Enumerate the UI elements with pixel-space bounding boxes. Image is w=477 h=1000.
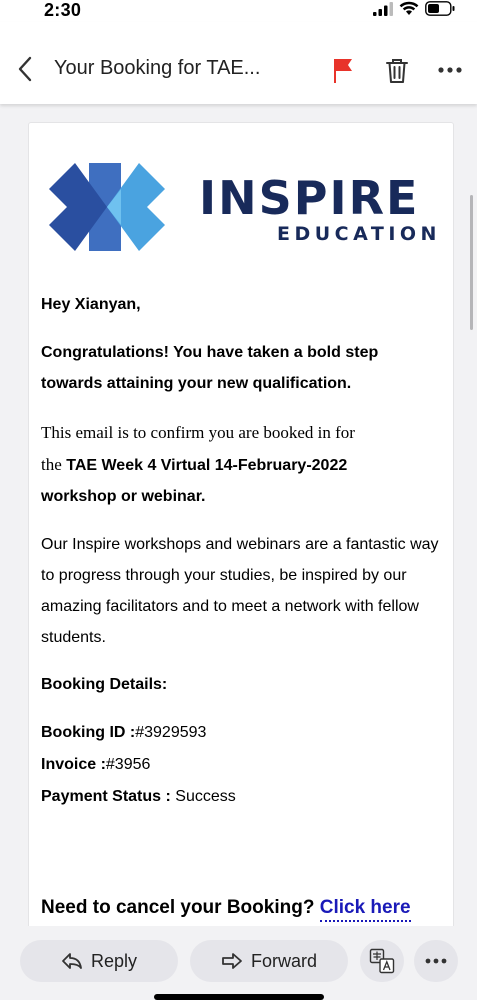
invoice-value: #3956 xyxy=(105,756,151,773)
booking-details: Booking ID :#3929593 Invoice :#3956 Paym… xyxy=(41,717,441,812)
email-body-card: INSPIRE EDUCATION Hey Xianyan, Congratul… xyxy=(28,122,454,942)
workshop-paragraph: Our Inspire workshops and webinars are a… xyxy=(41,536,439,646)
back-button[interactable] xyxy=(12,52,40,86)
invoice-row: Invoice :#3956 xyxy=(41,749,441,780)
chevron-left-icon xyxy=(18,56,32,82)
home-indicator xyxy=(154,994,324,1000)
confirmation-text: This email is to confirm you are booked … xyxy=(41,417,441,512)
reply-arrow-icon xyxy=(62,953,82,969)
nav-title: Your Booking for TAE... xyxy=(54,57,261,79)
trash-button[interactable] xyxy=(384,56,410,86)
reply-label: Reply xyxy=(90,950,138,971)
flag-icon xyxy=(334,59,352,83)
status-bar: 2:30 xyxy=(0,0,477,22)
logo-mark-icon xyxy=(49,163,165,251)
toolbar-more-button[interactable] xyxy=(414,940,458,982)
more-options-button[interactable] xyxy=(436,58,464,82)
brand-subtitle: EDUCATION xyxy=(277,223,441,245)
event-name: TAE Week 4 Virtual 14-February-2022 xyxy=(66,457,348,474)
payment-status-row: Payment Status : Success xyxy=(41,781,441,812)
status-time: 2:30 xyxy=(44,0,82,20)
cancel-booking-line: Need to cancel your Booking? Click here xyxy=(41,897,411,922)
booking-id-value: #3929593 xyxy=(135,724,207,741)
forward-arrow-icon xyxy=(222,953,242,969)
invoice-label: Invoice : xyxy=(41,756,106,773)
payment-status-label: Payment Status : xyxy=(41,788,171,805)
translate-icon xyxy=(369,948,395,974)
reply-button[interactable]: Reply xyxy=(20,940,178,982)
greeting: Hey Xianyan, xyxy=(41,296,141,313)
forward-label: Forward xyxy=(250,950,317,971)
inspire-education-logo: INSPIRE EDUCATION xyxy=(49,159,439,255)
congrats-text: Congratulations! You have taken a bold s… xyxy=(41,344,379,392)
nav-bar: Your Booking for TAE... xyxy=(0,22,477,104)
trash-icon xyxy=(386,59,408,83)
translate-button[interactable] xyxy=(360,940,404,982)
payment-status-value: Success xyxy=(175,788,236,805)
battery-icon xyxy=(425,1,455,16)
booking-id-label: Booking ID : xyxy=(41,724,136,741)
brand-name: INSPIRE xyxy=(199,171,420,225)
flag-button[interactable] xyxy=(330,56,356,86)
ellipsis-icon xyxy=(425,958,447,964)
forward-button[interactable]: Forward xyxy=(190,940,348,982)
cellular-signal-icon xyxy=(373,1,393,16)
cancel-prompt: Need to cancel your Booking? xyxy=(41,897,315,918)
bottom-toolbar: Reply Forward xyxy=(0,926,477,1000)
status-icons xyxy=(373,1,455,16)
scroll-indicator[interactable] xyxy=(470,195,473,330)
event-suffix: workshop or webinar. xyxy=(41,488,206,505)
ellipsis-icon xyxy=(438,67,462,73)
cancel-booking-link[interactable]: Click here xyxy=(319,897,411,922)
booking-id-row: Booking ID :#3929593 xyxy=(41,717,441,748)
confirm-intro: This email is to confirm you are booked … xyxy=(41,423,355,442)
booking-details-heading: Booking Details: xyxy=(41,676,168,693)
confirm-the: the xyxy=(41,455,62,474)
wifi-icon xyxy=(399,1,419,15)
